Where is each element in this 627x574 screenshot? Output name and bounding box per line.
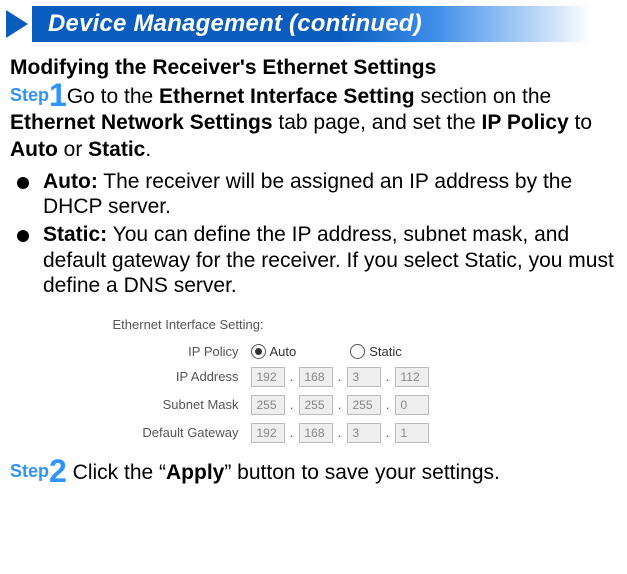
ip-octet-2[interactable]: 168 (299, 367, 333, 387)
step-1-word: Step (10, 85, 49, 105)
ip-octet-4[interactable]: 112 (395, 367, 429, 387)
step-1: Step1Go to the Ethernet Interface Settin… (10, 84, 617, 163)
label-ip-policy: IP Policy (79, 344, 251, 359)
ethernet-settings-panel: Ethernet Interface Setting: IP Policy Au… (79, 317, 549, 443)
gw-octet-2[interactable]: 168 (299, 423, 333, 443)
dot-sep-icon: . (337, 425, 343, 440)
bullet-dot-icon (17, 177, 29, 189)
bullet-auto-label: Auto: (43, 170, 98, 193)
ip-octet-3[interactable]: 3 (347, 367, 381, 387)
step-1-text-a: Go to the (67, 85, 159, 108)
dot-sep-icon: . (385, 397, 391, 412)
radio-auto-inner-icon (255, 348, 262, 355)
header-arrow-icon (6, 10, 28, 38)
dot-sep-icon: . (289, 397, 295, 412)
ip-octet-1[interactable]: 192 (251, 367, 285, 387)
gw-octet-3[interactable]: 3 (347, 423, 381, 443)
mask-octet-4[interactable]: 0 (395, 395, 429, 415)
bullet-static-text: Static: You can define the IP address, s… (43, 222, 617, 299)
bullet-static-body: You can define the IP address, subnet ma… (43, 223, 614, 297)
radio-auto-outer-icon (251, 344, 266, 359)
step-1-text-d: to (569, 111, 592, 134)
content-area: Modifying the Receiver's Ethernet Settin… (0, 42, 627, 485)
gw-octet-4[interactable]: 1 (395, 423, 429, 443)
header-bar: Device Management (continued) (32, 6, 592, 42)
dot-sep-icon: . (385, 425, 391, 440)
mask-octet-2[interactable]: 255 (299, 395, 333, 415)
radio-auto[interactable]: Auto (251, 344, 297, 359)
radio-static-outer-icon (350, 344, 365, 359)
panel-title: Ethernet Interface Setting: (79, 317, 549, 332)
page-header: Device Management (continued) (0, 6, 627, 42)
bullet-auto-body: The receiver will be assigned an IP addr… (43, 170, 572, 219)
section-title: Modifying the Receiver's Ethernet Settin… (10, 56, 617, 80)
row-default-gateway: Default Gateway 192. 168. 3. 1 (79, 423, 549, 443)
row-ip-policy: IP Policy Auto Static (79, 344, 549, 359)
row-subnet-mask: Subnet Mask 255. 255. 255. 0 (79, 395, 549, 415)
step-2-text-a: Click the “ (73, 461, 166, 484)
step-2-word: Step (10, 461, 49, 481)
bullet-auto-text: Auto: The receiver will be assigned an I… (43, 169, 617, 220)
step-2-bold-a: Apply (166, 461, 224, 484)
radio-static-label: Static (369, 344, 402, 359)
dot-sep-icon: . (289, 369, 295, 384)
step-2: Step2 Click the “Apply” button to save y… (10, 461, 617, 485)
step-2-text-b: ” button to save your settings. (224, 461, 499, 484)
label-subnet-mask: Subnet Mask (79, 397, 251, 412)
step-1-text-f: . (145, 138, 151, 161)
step-2-number: 2 (49, 453, 67, 489)
bullet-static-label: Static: (43, 223, 107, 246)
mask-octet-1[interactable]: 255 (251, 395, 285, 415)
header-title: Device Management (continued) (48, 10, 422, 38)
dot-sep-icon: . (289, 425, 295, 440)
dot-sep-icon: . (385, 369, 391, 384)
step-1-text-e: or (58, 138, 88, 161)
label-ip-address: IP Address (79, 369, 251, 384)
step-1-bold-d: Auto (10, 138, 58, 161)
step-1-bold-b: Ethernet Network Settings (10, 111, 273, 134)
step-1-bold-a: Ethernet Interface Setting (159, 85, 415, 108)
dot-sep-icon: . (337, 397, 343, 412)
radio-auto-label: Auto (270, 344, 297, 359)
step-1-bold-e: Static (88, 138, 145, 161)
row-ip-address: IP Address 192. 168. 3. 112 (79, 367, 549, 387)
gw-octet-1[interactable]: 192 (251, 423, 285, 443)
list-item: Static: You can define the IP address, s… (14, 222, 617, 299)
bullet-list: Auto: The receiver will be assigned an I… (14, 169, 617, 299)
list-item: Auto: The receiver will be assigned an I… (14, 169, 617, 220)
step-1-number: 1 (49, 77, 67, 113)
label-default-gateway: Default Gateway (79, 425, 251, 440)
step-1-text-b: section on the (415, 85, 552, 108)
step-1-text-c: tab page, and set the (273, 111, 482, 134)
mask-octet-3[interactable]: 255 (347, 395, 381, 415)
radio-static[interactable]: Static (350, 344, 402, 359)
bullet-dot-icon (17, 230, 29, 242)
step-1-bold-c: IP Policy (482, 111, 569, 134)
dot-sep-icon: . (337, 369, 343, 384)
